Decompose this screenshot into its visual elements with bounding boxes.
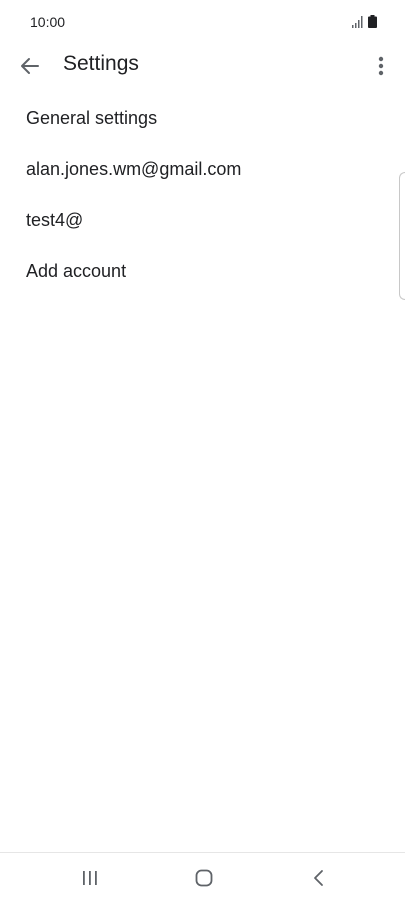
recents-icon [83, 871, 97, 885]
home-button[interactable] [182, 863, 226, 893]
settings-list: General settings alan.jones.wm@gmail.com… [0, 93, 405, 297]
back-button[interactable] [14, 50, 46, 82]
nav-back-button[interactable] [296, 863, 340, 893]
back-icon [314, 870, 323, 886]
recents-button[interactable] [68, 863, 112, 893]
page-title: Settings [63, 52, 139, 75]
more-vert-icon [378, 56, 384, 76]
app-bar: Settings [0, 44, 405, 84]
arrow-back-icon [21, 58, 39, 74]
settings-screen: 10:00 Settings General settings alan.jon… [0, 0, 405, 902]
home-icon [195, 869, 213, 887]
more-options-button[interactable] [366, 50, 396, 82]
navigation-bar [0, 852, 405, 902]
general-settings-item[interactable]: General settings [0, 93, 405, 144]
add-account-item[interactable]: Add account [0, 246, 405, 297]
account-item-test4[interactable]: test4@ [0, 195, 405, 246]
battery-icon [368, 15, 377, 28]
account-item-alan-jones[interactable]: alan.jones.wm@gmail.com [0, 144, 405, 195]
edge-panel-handle[interactable] [399, 172, 405, 300]
status-bar: 10:00 [0, 0, 405, 44]
signal-icon [352, 16, 363, 28]
status-time: 10:00 [30, 14, 66, 30]
